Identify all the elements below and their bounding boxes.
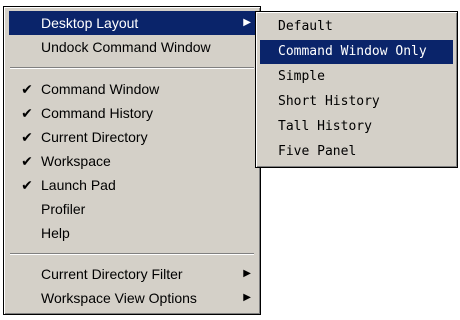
menu-item-current-directory[interactable]: ✔ Current Directory xyxy=(9,125,255,149)
submenu-item-label: Default xyxy=(278,19,333,34)
menu-item-label: Undock Command Window xyxy=(41,39,211,55)
menu-item-workspace-view-options[interactable]: Workspace View Options ▶ xyxy=(9,286,255,310)
menu-item-command-history[interactable]: ✔ Command History xyxy=(9,101,255,125)
submenu-item-label: Five Panel xyxy=(278,144,357,159)
menu-item-help[interactable]: Help xyxy=(9,221,255,245)
submenu-arrow-icon: ▶ xyxy=(243,292,251,303)
menu-item-profiler[interactable]: Profiler xyxy=(9,197,255,221)
view-context-menu: Desktop Layout ▶ Undock Command Window ✔… xyxy=(3,6,261,315)
submenu-item-label: Simple xyxy=(278,69,325,84)
menu-item-label: Workspace View Options xyxy=(41,290,197,306)
menu-item-label: Launch Pad xyxy=(41,177,116,193)
submenu-item-command-window-only[interactable]: Command Window Only xyxy=(260,40,453,64)
menu-item-label: Profiler xyxy=(41,201,86,217)
checkmark-icon: ✔ xyxy=(21,105,33,121)
submenu-item-tall-history[interactable]: Tall History xyxy=(260,115,453,139)
submenu-item-default[interactable]: Default xyxy=(260,15,453,39)
menu-separator xyxy=(10,67,254,69)
checkmark-icon: ✔ xyxy=(21,153,33,169)
menu-item-undock-command-window[interactable]: Undock Command Window xyxy=(9,35,255,59)
submenu-item-simple[interactable]: Simple xyxy=(260,65,453,89)
submenu-arrow-icon: ▶ xyxy=(243,268,251,279)
menu-item-label: Workspace xyxy=(41,153,111,169)
menu-item-workspace[interactable]: ✔ Workspace xyxy=(9,149,255,173)
menu-item-launch-pad[interactable]: ✔ Launch Pad xyxy=(9,173,255,197)
submenu-item-short-history[interactable]: Short History xyxy=(260,90,453,114)
menu-separator xyxy=(10,253,254,255)
menu-item-desktop-layout[interactable]: Desktop Layout ▶ xyxy=(9,11,255,35)
submenu-item-label: Tall History xyxy=(278,119,372,134)
menu-item-command-window[interactable]: ✔ Command Window xyxy=(9,77,255,101)
checkmark-icon: ✔ xyxy=(21,129,33,145)
submenu-item-five-panel[interactable]: Five Panel xyxy=(260,140,453,164)
menu-item-label: Current Directory xyxy=(41,129,148,145)
checkmark-icon: ✔ xyxy=(21,177,33,193)
submenu-item-label: Short History xyxy=(278,94,380,109)
submenu-arrow-icon: ▶ xyxy=(243,17,251,28)
menu-item-label: Help xyxy=(41,225,70,241)
menu-item-current-directory-filter[interactable]: Current Directory Filter ▶ xyxy=(9,262,255,286)
menu-item-label: Command History xyxy=(41,105,154,121)
submenu-item-label: Command Window Only xyxy=(278,44,427,59)
menu-item-label: Desktop Layout xyxy=(41,15,139,31)
checkmark-icon: ✔ xyxy=(21,81,33,97)
menu-item-label: Command Window xyxy=(41,81,160,97)
desktop-layout-submenu: Default Command Window Only Simple Short… xyxy=(255,11,458,168)
menu-item-label: Current Directory Filter xyxy=(41,266,183,282)
